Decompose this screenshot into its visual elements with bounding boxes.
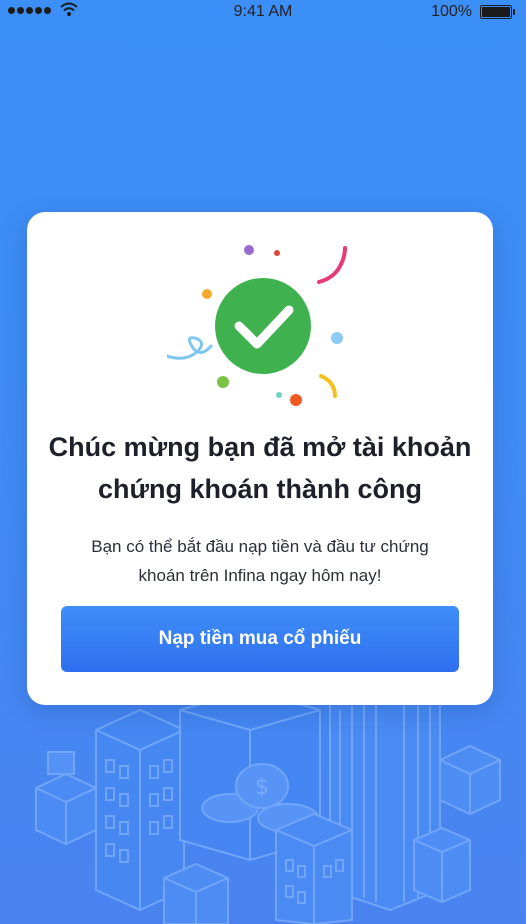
checkmark-circle-icon: [167, 245, 347, 406]
battery-percentage: 100%: [431, 3, 472, 20]
svg-text:$: $: [255, 775, 269, 800]
city-buildings-illustration: $: [35, 690, 501, 924]
success-message: Bạn có thể bắt đầu nạp tiền và đầu tư ch…: [91, 537, 429, 585]
success-dialog: Chúc mừng bạn đã mở tài khoản chứng khoá…: [27, 212, 493, 705]
deposit-buy-stocks-button[interactable]: Nạp tiền mua cổ phiếu: [61, 606, 459, 672]
success-title: Chúc mừng bạn đã mở tài khoản chứng khoá…: [48, 432, 472, 504]
battery-icon: [480, 5, 515, 19]
status-bar: 9:41 AM 100%: [0, 0, 526, 24]
